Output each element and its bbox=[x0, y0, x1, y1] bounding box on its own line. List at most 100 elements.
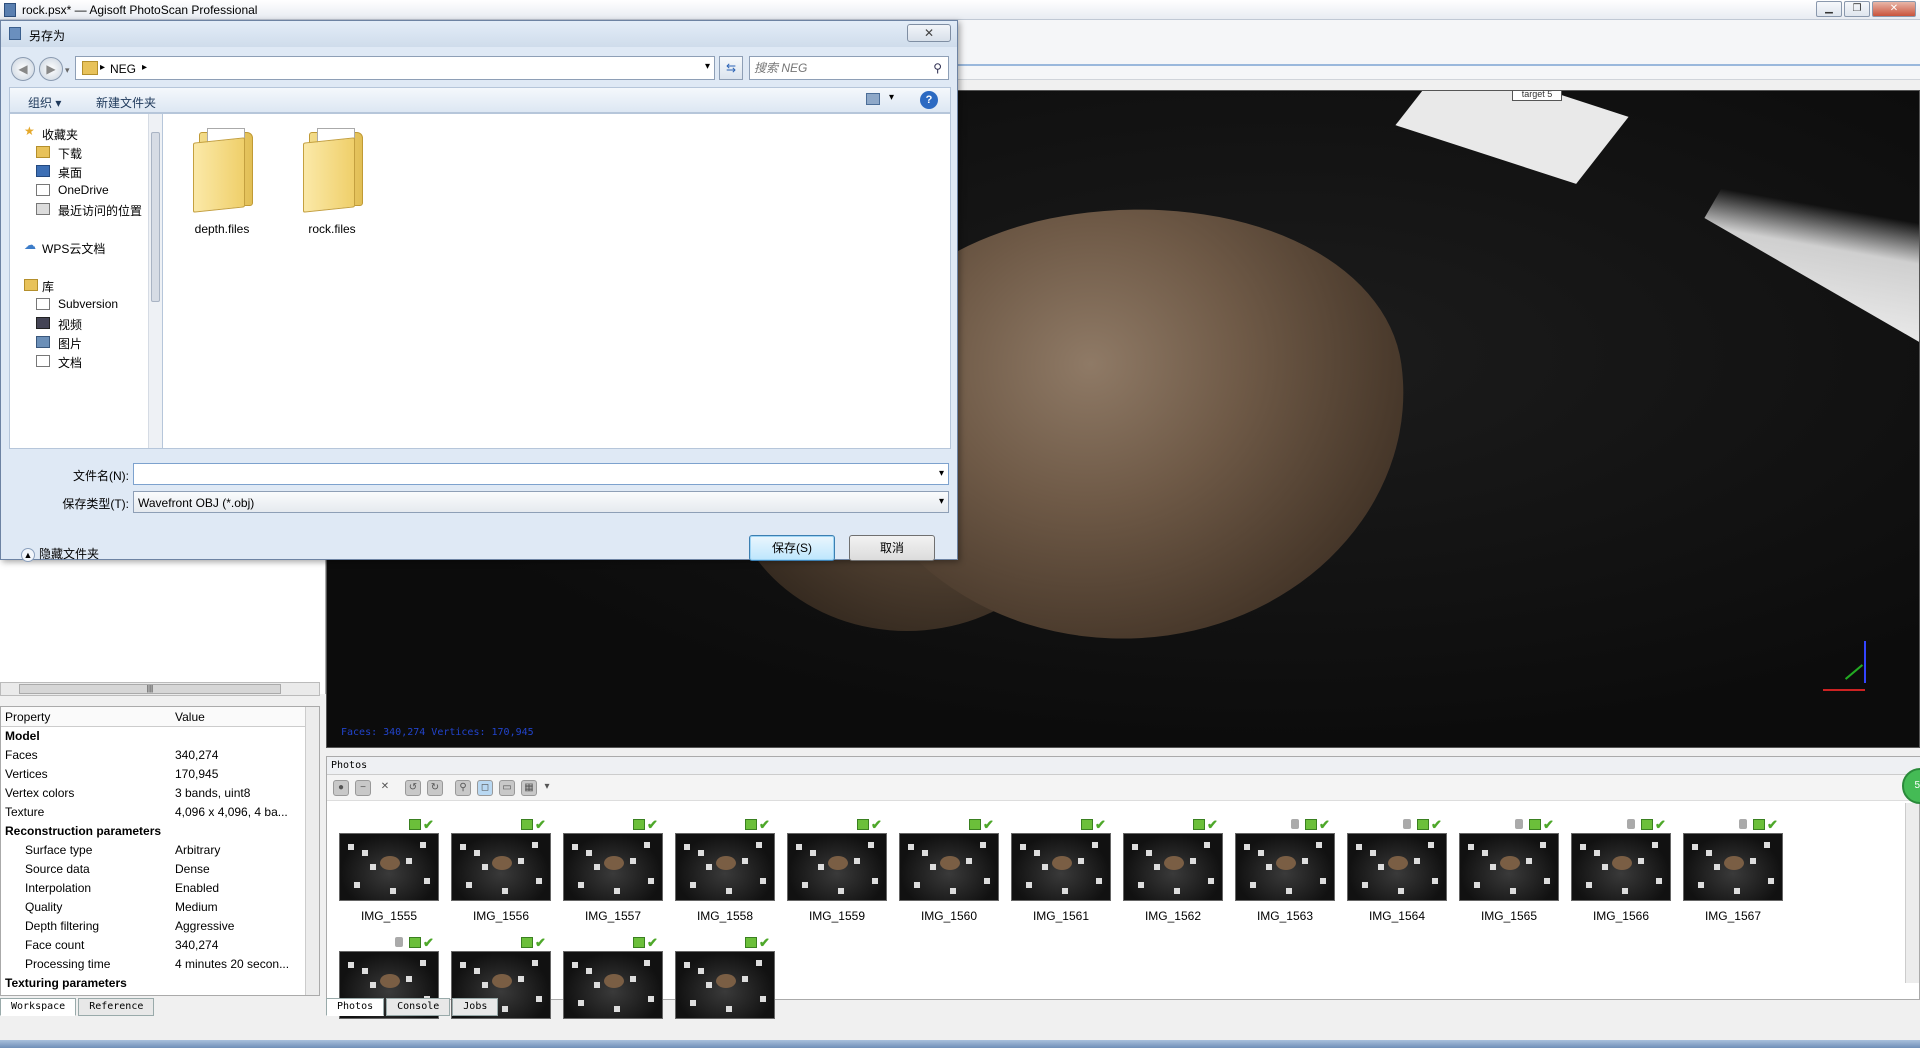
history-dropdown-icon[interactable]: ▾ bbox=[65, 65, 70, 76]
forward-arrow-icon[interactable]: ▶ bbox=[39, 57, 63, 81]
close-app-button[interactable]: ✕ bbox=[1872, 1, 1916, 17]
filetype-dropdown-icon[interactable]: ▾ bbox=[939, 496, 944, 507]
property-row[interactable]: Source data Dense bbox=[1, 860, 319, 879]
nav-videos[interactable]: 视频 bbox=[58, 316, 82, 333]
hide-folders-toggle[interactable]: ▲ 隐藏文件夹 bbox=[21, 545, 99, 562]
save-button[interactable]: 保存(S) bbox=[749, 535, 835, 561]
nav-scrollbar[interactable] bbox=[148, 114, 162, 448]
filename-dropdown-icon[interactable]: ▾ bbox=[939, 468, 944, 479]
cancel-button[interactable]: 取消 bbox=[849, 535, 935, 561]
nav-subversion[interactable]: Subversion bbox=[58, 297, 118, 311]
photo-thumbnail[interactable]: ✔ IMG_1557 bbox=[563, 817, 663, 929]
property-row[interactable]: Surface type Arbitrary bbox=[1, 841, 319, 860]
workspace-hscrollbar[interactable]: ||| bbox=[0, 682, 320, 696]
photo-thumbnail[interactable]: ✔ IMG_1555 bbox=[339, 817, 439, 929]
breadcrumb-chevron-icon[interactable]: ▸ bbox=[142, 62, 147, 73]
property-row[interactable]: Interpolation Enabled bbox=[1, 879, 319, 898]
scroll-thumb[interactable]: ||| bbox=[19, 684, 281, 694]
rotate-left-icon[interactable]: ↺ bbox=[405, 780, 421, 796]
property-row[interactable]: Processing time 4 minutes 20 secon... bbox=[1, 955, 319, 974]
folder-rock-files-label[interactable]: rock.files bbox=[277, 222, 387, 236]
tab-jobs[interactable]: Jobs bbox=[452, 998, 499, 1016]
minimize-button[interactable]: ▁ bbox=[1816, 1, 1842, 17]
nav-favorites[interactable]: 收藏夹 bbox=[42, 126, 78, 143]
viewport-status: Faces: 340,274 Vertices: 170,945 bbox=[341, 727, 534, 738]
nav-scroll-thumb[interactable] bbox=[151, 132, 160, 302]
nav-onedrive[interactable]: OneDrive bbox=[58, 183, 109, 197]
photo-preview bbox=[1571, 833, 1671, 901]
search-box[interactable]: ⚲ bbox=[749, 56, 949, 80]
enable-camera-icon[interactable]: ● bbox=[333, 780, 349, 796]
nav-recent[interactable]: 最近访问的位置 bbox=[58, 202, 142, 219]
property-vscrollbar[interactable] bbox=[305, 707, 319, 995]
tab-reference[interactable]: Reference bbox=[78, 998, 155, 1016]
photo-thumbnail[interactable]: ✔ IMG_1563 bbox=[1235, 817, 1335, 929]
nav-desktop[interactable]: 桌面 bbox=[58, 164, 82, 181]
select-icon[interactable]: ◻ bbox=[477, 780, 493, 796]
nav-library[interactable]: 库 bbox=[42, 278, 54, 295]
property-group-row[interactable]: Reconstruction parameters bbox=[1, 822, 319, 841]
photo-thumbnail[interactable]: ✔ IMG_1558 bbox=[675, 817, 775, 929]
folder-rock-files-icon[interactable] bbox=[303, 124, 363, 213]
breadcrumb-neg[interactable]: NEG bbox=[110, 62, 136, 76]
nav-documents[interactable]: 文档 bbox=[58, 354, 82, 371]
filename-input[interactable] bbox=[138, 466, 918, 482]
property-row[interactable]: Texture 4,096 x 4,096, 4 ba... bbox=[1, 803, 319, 822]
photo-thumbnail[interactable]: ✔ IMG_1565 bbox=[1459, 817, 1559, 929]
photo-thumbnail[interactable]: ✔ bbox=[451, 935, 551, 1047]
address-bar[interactable]: ▸ NEG ▸ ▾ bbox=[75, 56, 715, 80]
marker-label[interactable]: target 5 bbox=[1512, 91, 1562, 101]
photo-thumbnail[interactable]: ✔ bbox=[675, 935, 775, 1047]
photo-thumbnail[interactable]: ✔ IMG_1560 bbox=[899, 817, 999, 929]
photo-thumbnail[interactable]: ✔ bbox=[339, 935, 439, 1047]
property-row[interactable]: Vertex colors 3 bands, uint8 bbox=[1, 784, 319, 803]
property-row[interactable]: Vertices 170,945 bbox=[1, 765, 319, 784]
rotate-right-icon[interactable]: ↻ bbox=[427, 780, 443, 796]
search-icon[interactable]: ⚲ bbox=[933, 61, 942, 75]
back-arrow-icon[interactable]: ◀ bbox=[11, 57, 35, 81]
filename-field[interactable]: ▾ bbox=[133, 463, 949, 485]
folder-depth-files-icon[interactable] bbox=[193, 124, 253, 213]
filter-icon[interactable]: ⚲ bbox=[455, 780, 471, 796]
nav-downloads[interactable]: 下载 bbox=[58, 145, 82, 162]
help-icon[interactable]: ? bbox=[920, 91, 938, 109]
nav-pictures[interactable]: 图片 bbox=[58, 335, 82, 352]
address-dropdown-icon[interactable]: ▾ bbox=[705, 61, 710, 72]
filetype-select[interactable]: Wavefront OBJ (*.obj) ▾ bbox=[133, 491, 949, 513]
property-row[interactable]: Faces 340,274 bbox=[1, 746, 319, 765]
photo-thumbnail[interactable]: ✔ IMG_1562 bbox=[1123, 817, 1223, 929]
view-dropdown-icon[interactable]: ▾ bbox=[539, 780, 555, 796]
nav-wps[interactable]: WPS云文档 bbox=[42, 240, 105, 257]
photo-thumbnail[interactable]: ✔ IMG_1564 bbox=[1347, 817, 1447, 929]
property-row[interactable]: Depth filtering Aggressive bbox=[1, 917, 319, 936]
property-row[interactable]: Quality Medium bbox=[1, 898, 319, 917]
tab-console[interactable]: Console bbox=[386, 998, 451, 1016]
marker-dot bbox=[684, 962, 690, 968]
remove-camera-icon[interactable]: ✕ bbox=[377, 780, 393, 796]
photo-thumbnail[interactable]: ✔ IMG_1567 bbox=[1683, 817, 1783, 929]
maximize-button[interactable]: ❐ bbox=[1844, 1, 1870, 17]
property-group-row[interactable]: Texturing parameters bbox=[1, 974, 319, 993]
new-folder-button[interactable]: 新建文件夹 bbox=[96, 94, 156, 111]
photo-thumbnail[interactable]: ✔ IMG_1561 bbox=[1011, 817, 1111, 929]
grid-view-icon[interactable]: ▦ bbox=[521, 780, 537, 796]
view-options-dropdown-icon[interactable]: ▾ bbox=[889, 92, 894, 103]
change-view-icon[interactable] bbox=[866, 93, 880, 105]
tab-photos[interactable]: Photos bbox=[326, 998, 385, 1016]
reset-filter-icon[interactable]: ▭ bbox=[499, 780, 515, 796]
dialog-close-button[interactable]: ✕ bbox=[907, 24, 951, 42]
search-input[interactable] bbox=[754, 60, 924, 76]
property-group-row[interactable]: Model bbox=[1, 727, 319, 746]
property-row[interactable]: Face count 340,274 bbox=[1, 936, 319, 955]
photo-thumbnail[interactable]: ✔ IMG_1556 bbox=[451, 817, 551, 929]
photo-thumbnail[interactable]: ✔ IMG_1559 bbox=[787, 817, 887, 929]
photo-thumbnail[interactable]: ✔ IMG_1566 bbox=[1571, 817, 1671, 929]
photo-thumbnail[interactable]: ✔ bbox=[563, 935, 663, 1047]
refresh-button[interactable]: ⇆ bbox=[719, 56, 743, 80]
workspace-tree[interactable] bbox=[0, 556, 326, 694]
organize-button[interactable]: 组织 ▾ bbox=[28, 94, 61, 111]
tab-workspace[interactable]: Workspace bbox=[0, 998, 77, 1016]
disable-camera-icon[interactable]: − bbox=[355, 780, 371, 796]
folder-depth-files-label[interactable]: depth.files bbox=[167, 222, 277, 236]
photos-vscrollbar[interactable] bbox=[1905, 803, 1919, 983]
